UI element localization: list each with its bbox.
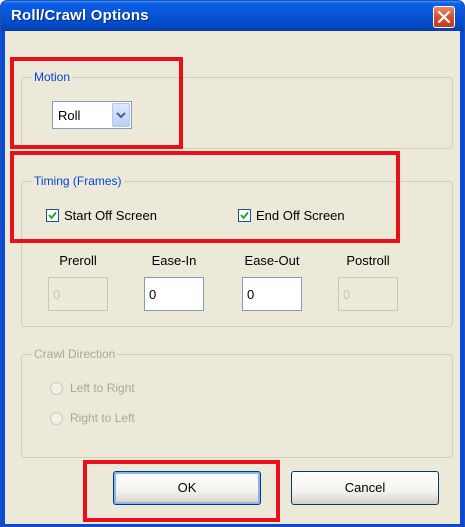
start-off-screen-label[interactable]: Start Off Screen (64, 208, 157, 223)
cancel-button[interactable]: Cancel (291, 471, 439, 505)
chevron-down-icon[interactable] (112, 103, 130, 127)
right-to-left-radio (50, 412, 63, 425)
start-off-screen-checkbox[interactable] (46, 209, 59, 222)
close-icon (438, 11, 450, 23)
window-title: Roll/Crawl Options (11, 7, 149, 24)
end-off-screen-label[interactable]: End Off Screen (256, 208, 345, 223)
preroll-label: Preroll (59, 253, 97, 268)
postroll-label: Postroll (346, 253, 390, 268)
preroll-input: 0 (48, 277, 108, 311)
motion-group: Motion Roll (21, 70, 453, 149)
ease-out-input[interactable]: 0 (242, 277, 302, 311)
right-to-left-label: Right to Left (70, 411, 135, 425)
motion-select[interactable]: Roll (52, 101, 132, 129)
motion-group-label: Motion (32, 70, 73, 84)
ease-in-input[interactable]: 0 (144, 277, 204, 311)
ok-button[interactable]: OK (113, 471, 261, 505)
timing-group: Timing (Frames) Start Off Screen End Off… (21, 174, 453, 327)
ease-in-label: Ease-In (151, 253, 197, 268)
motion-select-value: Roll (58, 108, 81, 123)
left-to-right-radio (50, 382, 63, 395)
timing-group-label: Timing (Frames) (32, 174, 124, 188)
crawl-direction-group-label: Crawl Direction (32, 347, 118, 361)
dialog-body: Motion Roll Timing (Frames) Start Off Sc… (5, 31, 460, 524)
postroll-input: 0 (338, 277, 398, 311)
close-button[interactable] (433, 6, 455, 28)
end-off-screen-checkbox[interactable] (238, 209, 251, 222)
dialog-window: Roll/Crawl Options Motion Roll Timing (F… (0, 0, 465, 527)
ease-out-label: Ease-Out (244, 253, 300, 268)
title-bar[interactable]: Roll/Crawl Options (1, 1, 464, 31)
left-to-right-label: Left to Right (70, 381, 135, 395)
crawl-direction-group: Crawl Direction Left to Right Right to L… (21, 347, 453, 458)
checkmark-icon (48, 211, 57, 220)
checkmark-icon (240, 211, 249, 220)
